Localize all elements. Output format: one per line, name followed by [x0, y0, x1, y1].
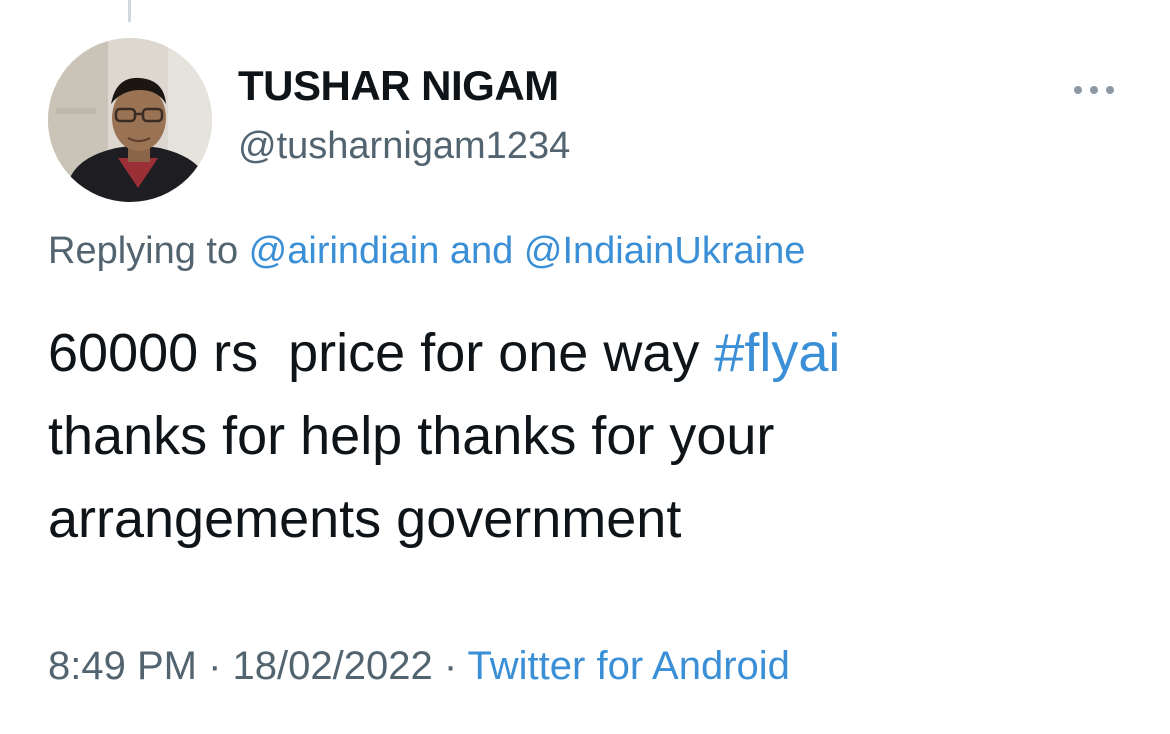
author-handle[interactable]: @tusharnigam1234 — [238, 125, 570, 168]
tweet-date[interactable]: 18/02/2022 — [233, 644, 433, 688]
mention-indiainukraine-link[interactable]: @IndiainUkraine — [524, 230, 806, 272]
tweet-line-1-text: 60000 rs price for one way — [48, 323, 715, 383]
avatar-photo — [48, 38, 212, 202]
tweet-line-3: arrangements government — [48, 489, 682, 549]
meta-separator-dot: · — [432, 644, 468, 688]
tweet-meta: 8:49 PM · 18/02/2022 · Twitter for Andro… — [48, 644, 790, 689]
tweet-line-1: 60000 rs price for one way #flyai — [48, 312, 1128, 395]
mention-airindiain-link[interactable]: @airindiain — [249, 230, 440, 272]
more-icon-dot — [1090, 86, 1098, 94]
tweet-text: 60000 rs price for one way #flyai thanks… — [48, 312, 1128, 561]
tweet-time[interactable]: 8:49 PM — [48, 644, 197, 688]
more-icon-dot — [1106, 86, 1114, 94]
reply-context: Replying to @airindiain and @IndiainUkra… — [48, 230, 805, 273]
tweet-source-link[interactable]: Twitter for Android — [468, 644, 790, 688]
reply-prefix: Replying to — [48, 230, 249, 272]
more-options-button[interactable] — [1068, 72, 1120, 106]
reply-separator[interactable]: and — [439, 230, 524, 272]
avatar[interactable] — [48, 38, 212, 202]
tweet-line-2: thanks for help thanks for your — [48, 406, 775, 466]
thread-connector-line — [128, 0, 131, 22]
hashtag-flyai-link[interactable]: #flyai — [714, 323, 840, 383]
author-display-name[interactable]: TUSHAR NIGAM — [238, 62, 559, 110]
meta-separator-dot: · — [196, 644, 233, 688]
more-icon-dot — [1074, 86, 1082, 94]
